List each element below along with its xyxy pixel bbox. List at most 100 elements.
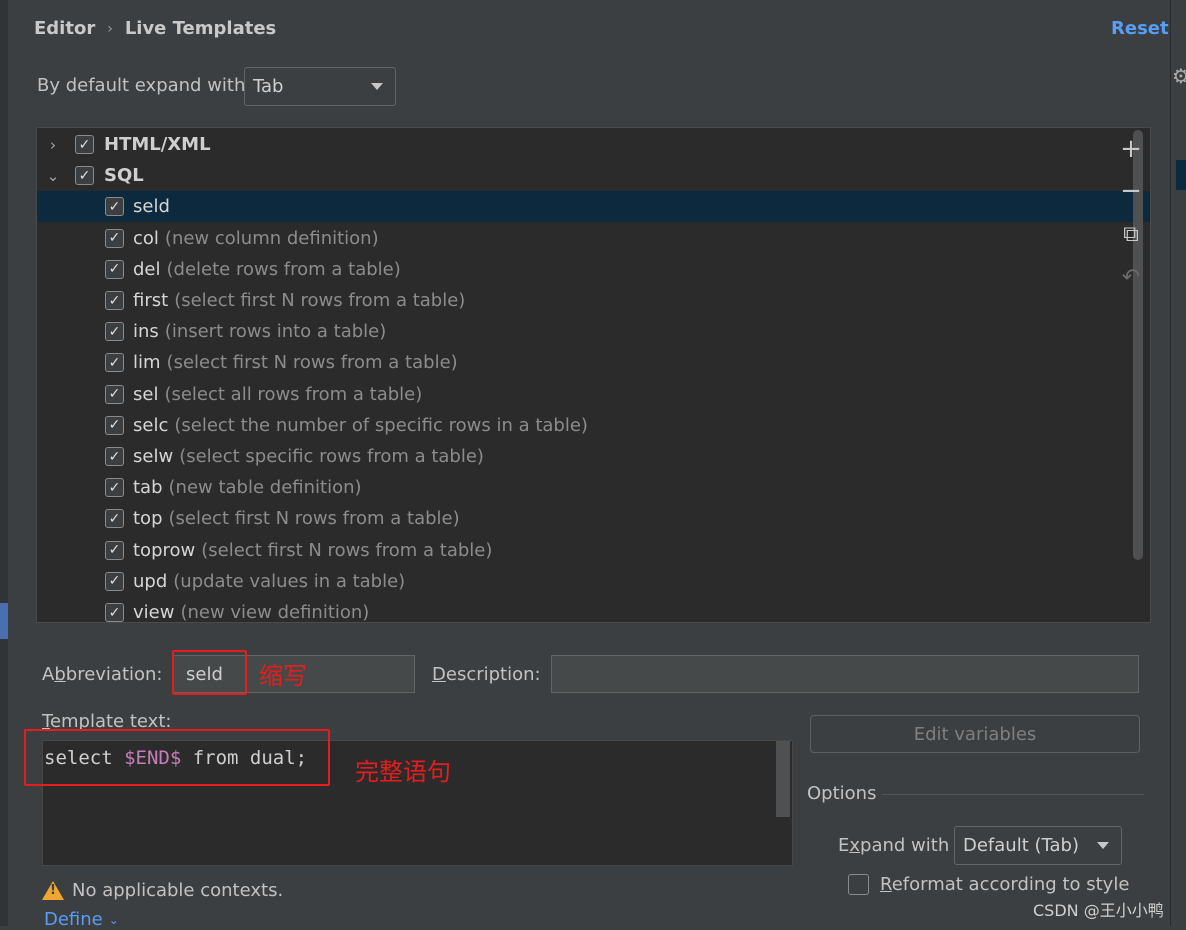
copy-template-button[interactable]: ⧉ — [1118, 221, 1144, 247]
template-checkbox[interactable]: ✓ — [105, 571, 124, 591]
template-abbreviation: seld — [133, 196, 170, 218]
template-checkbox[interactable]: ✓ — [105, 509, 124, 529]
template-abbreviation: lim — [133, 352, 161, 374]
template-abbreviation: top — [133, 508, 163, 530]
breadcrumb-editor[interactable]: Editor — [34, 18, 95, 39]
template-abbreviation: del — [133, 258, 161, 280]
template-abbreviation: col — [133, 227, 159, 249]
template-row[interactable]: ✓ top (select first N rows from a table) — [37, 503, 1150, 534]
no-contexts-warning: No applicable contexts. — [42, 880, 283, 901]
dropdown-arrow-icon — [371, 83, 383, 90]
restore-template-button[interactable]: ↶ — [1118, 264, 1144, 290]
reformat-checkbox[interactable]: ✓ — [848, 874, 869, 895]
edit-variables-button[interactable]: Edit variables — [810, 715, 1140, 753]
reformat-label[interactable]: Reformat according to style — [880, 874, 1129, 895]
description-label: Description: — [432, 664, 541, 685]
template-checkbox[interactable]: ✓ — [105, 447, 124, 466]
template-row[interactable]: ✓ selw (select specific rows from a table) — [37, 441, 1150, 472]
template-row[interactable]: ✓ del (delete rows from a table) — [37, 254, 1150, 285]
template-abbreviation: tab — [133, 477, 163, 499]
template-abbreviation: ins — [133, 321, 159, 343]
template-description: (new table definition) — [168, 477, 362, 499]
left-panel-edge — [0, 0, 8, 926]
expand-with-value: Default (Tab) — [963, 835, 1080, 856]
breadcrumb-live-templates: Live Templates — [124, 18, 277, 39]
default-expand-value: Tab — [253, 76, 284, 97]
template-text-highlight-box — [24, 729, 330, 786]
right-panel-edge — [1170, 0, 1186, 926]
breadcrumb: Editor › Live Templates — [34, 18, 276, 39]
template-row[interactable]: ✓ selc (select the number of specific rows… — [37, 410, 1150, 441]
group-label: SQL — [104, 165, 144, 187]
template-abbreviation: first — [133, 290, 169, 311]
template-description: (delete rows from a table) — [166, 258, 401, 280]
template-checkbox[interactable]: ✓ — [105, 259, 124, 279]
template-row[interactable]: ✓ view (new view definition) — [37, 597, 1150, 622]
template-description: (insert rows into a table) — [164, 321, 387, 343]
template-description: (select first N rows from a table) — [168, 508, 460, 530]
group-checkbox[interactable]: ✓ — [75, 135, 94, 154]
template-abbreviation: upd — [133, 570, 168, 592]
expand-with-label: Expand with — [838, 835, 950, 856]
template-checkbox[interactable]: ✓ — [105, 478, 124, 498]
template-description: (new column definition) — [164, 227, 379, 249]
add-template-button[interactable]: + — [1118, 134, 1144, 164]
options-divider — [882, 794, 1144, 795]
template-description: (select all rows from a table) — [164, 383, 423, 405]
template-checkbox[interactable]: ✓ — [105, 197, 124, 217]
default-expand-label: By default expand with — [37, 75, 246, 96]
chevron-down-icon[interactable]: ⌄ — [45, 167, 61, 185]
template-row[interactable]: ✓ first (select first N rows from a table) — [37, 285, 1150, 316]
abbreviation-highlight-box — [172, 650, 247, 695]
no-contexts-text: No applicable contexts. — [72, 880, 284, 901]
templates-tree[interactable]: › ✓ HTML/XML ⌄ ✓ SQL ✓ seld ✓ col (new column defi… — [36, 127, 1151, 623]
template-description: (select specific rows from a table) — [179, 446, 484, 467]
warning-icon — [42, 881, 64, 900]
template-description: (select the number of specific rows in a… — [174, 414, 588, 436]
template-abbreviation: sel — [133, 383, 159, 405]
reset-link[interactable]: Reset — [1111, 18, 1169, 39]
remove-template-button[interactable]: − — [1118, 176, 1144, 206]
abbreviation-annotation: 缩写 — [259, 662, 307, 690]
template-row[interactable]: ✓ toprow (select first N rows from a table… — [37, 535, 1150, 566]
template-description: (select first N rows from a table) — [174, 290, 466, 311]
chevron-right-icon: › — [107, 20, 113, 37]
template-checkbox[interactable]: ✓ — [105, 322, 124, 342]
template-row[interactable]: ✓ ins (insert rows into a table) — [37, 316, 1150, 347]
template-row[interactable]: ✓ tab (new table definition) — [37, 472, 1150, 503]
expand-with-dropdown[interactable]: Default (Tab) — [954, 826, 1122, 865]
template-description: (select first N rows from a table) — [201, 539, 493, 561]
template-row[interactable]: ✓ lim (select first N rows from a table) — [37, 347, 1150, 378]
template-checkbox[interactable]: ✓ — [105, 384, 124, 404]
abbreviation-label: Abbreviation: — [42, 664, 163, 685]
template-checkbox[interactable]: ✓ — [105, 353, 124, 373]
template-row[interactable]: ✓ upd (update values in a table) — [37, 566, 1150, 597]
template-text-annotation: 完整语句 — [355, 758, 451, 786]
template-abbreviation: selw — [133, 446, 174, 467]
define-contexts-link[interactable]: Define ⌄ — [44, 909, 119, 930]
template-description: (update values in a table) — [173, 570, 406, 592]
define-label[interactable]: Define — [44, 909, 103, 930]
dropdown-arrow-icon — [1097, 842, 1109, 849]
editor-scrollbar[interactable] — [776, 741, 790, 817]
template-row[interactable]: ✓ sel (select all rows from a table) — [37, 379, 1150, 410]
tree-group-row[interactable]: ⌄ ✓ SQL — [37, 160, 1117, 191]
description-input[interactable] — [551, 655, 1139, 693]
template-abbreviation: toprow — [133, 539, 196, 561]
template-row[interactable]: ✓ col (new column definition) — [37, 223, 1150, 254]
template-checkbox[interactable]: ✓ — [105, 603, 124, 622]
gear-icon[interactable]: ⚙ — [1172, 64, 1186, 90]
template-checkbox[interactable]: ✓ — [105, 540, 124, 560]
group-checkbox[interactable]: ✓ — [75, 166, 94, 186]
chevron-right-icon[interactable]: › — [45, 136, 61, 154]
right-panel-selection-marker — [1176, 160, 1186, 190]
watermark: CSDN @王小小鸭 — [1033, 901, 1164, 920]
tree-group-row[interactable]: › ✓ HTML/XML — [37, 129, 1117, 160]
template-abbreviation: selc — [133, 414, 169, 436]
template-checkbox[interactable]: ✓ — [105, 415, 124, 435]
template-checkbox[interactable]: ✓ — [105, 228, 124, 248]
template-row[interactable]: ✓ seld — [37, 191, 1150, 223]
default-expand-dropdown[interactable]: Tab — [244, 67, 396, 106]
template-checkbox[interactable]: ✓ — [105, 291, 124, 310]
left-panel-selection-marker — [0, 603, 8, 639]
